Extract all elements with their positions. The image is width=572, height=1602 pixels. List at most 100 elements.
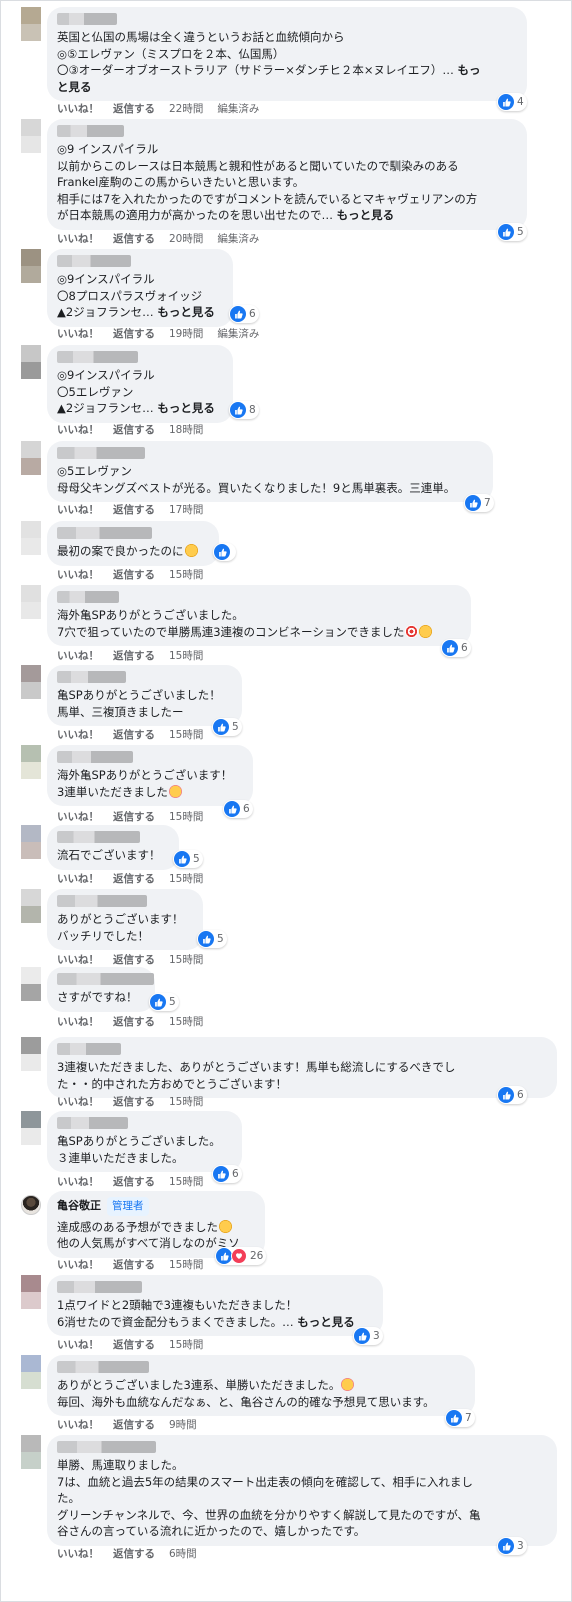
comment-timestamp[interactable]: 15時間: [169, 1094, 203, 1109]
author-name-redacted[interactable]: [57, 831, 140, 843]
reply-button[interactable]: 返信する: [113, 727, 155, 742]
reply-button[interactable]: 返信する: [113, 809, 155, 824]
avatar[interactable]: [21, 249, 41, 283]
reply-button[interactable]: 返信する: [113, 326, 155, 341]
author-name-redacted[interactable]: [57, 1117, 128, 1129]
comment-timestamp[interactable]: 9時間: [169, 1417, 197, 1432]
author-name-redacted[interactable]: [57, 591, 119, 603]
author-name-redacted[interactable]: [57, 751, 133, 763]
reaction-count[interactable]: 3: [353, 1327, 383, 1345]
author-name[interactable]: 亀谷敬正: [57, 1198, 101, 1215]
reaction-count[interactable]: 5: [497, 223, 527, 241]
avatar[interactable]: [21, 665, 41, 699]
reaction-count[interactable]: [213, 543, 236, 561]
see-more-link[interactable]: もっと見る: [157, 401, 215, 415]
author-name-redacted[interactable]: [57, 255, 131, 267]
like-button[interactable]: いいね！: [57, 1546, 99, 1561]
like-button[interactable]: いいね！: [57, 871, 99, 886]
like-button[interactable]: いいね！: [57, 648, 99, 663]
reply-button[interactable]: 返信する: [113, 502, 155, 517]
like-button[interactable]: いいね！: [57, 1337, 99, 1352]
see-more-link[interactable]: と見る: [57, 80, 92, 94]
avatar[interactable]: [21, 1435, 41, 1469]
avatar[interactable]: [21, 967, 41, 1001]
avatar[interactable]: [21, 745, 41, 779]
avatar[interactable]: [21, 441, 41, 475]
reaction-count[interactable]: 4: [497, 93, 527, 111]
see-more-link[interactable]: もっ: [458, 63, 481, 77]
reaction-count[interactable]: 7: [445, 1409, 475, 1427]
reaction-count[interactable]: 5: [149, 993, 179, 1011]
reply-button[interactable]: 返信する: [113, 567, 155, 582]
author-name-redacted[interactable]: [57, 1361, 149, 1373]
comment-timestamp[interactable]: 15時間: [169, 1014, 203, 1029]
avatar[interactable]: [21, 585, 41, 619]
comment-timestamp[interactable]: 15時間: [169, 952, 203, 967]
comment-timestamp[interactable]: 15時間: [169, 871, 203, 886]
author-name-redacted[interactable]: [57, 1441, 156, 1453]
avatar[interactable]: [21, 521, 41, 555]
comment-timestamp[interactable]: 19時間: [169, 326, 203, 341]
author-name-redacted[interactable]: [57, 1043, 121, 1055]
like-button[interactable]: いいね！: [57, 1174, 99, 1189]
comment-timestamp[interactable]: 22時間: [169, 101, 203, 116]
see-more-link[interactable]: もっと見る: [297, 1315, 355, 1329]
avatar[interactable]: [21, 1275, 41, 1309]
avatar[interactable]: [21, 1355, 41, 1389]
comment-timestamp[interactable]: 6時間: [169, 1546, 197, 1561]
reply-button[interactable]: 返信する: [113, 1546, 155, 1561]
reaction-count[interactable]: 3: [497, 1537, 527, 1555]
like-button[interactable]: いいね！: [57, 502, 99, 517]
avatar[interactable]: [21, 889, 41, 923]
author-name-redacted[interactable]: [57, 671, 126, 683]
avatar[interactable]: [21, 825, 41, 859]
avatar[interactable]: [21, 1111, 41, 1145]
edited-label[interactable]: 編集済み: [217, 101, 259, 116]
reaction-count[interactable]: 7: [464, 494, 494, 512]
author-name-redacted[interactable]: [57, 447, 145, 459]
like-button[interactable]: いいね！: [57, 952, 99, 967]
comment-timestamp[interactable]: 15時間: [169, 727, 203, 742]
like-button[interactable]: いいね！: [57, 231, 99, 246]
like-button[interactable]: いいね！: [57, 326, 99, 341]
reply-button[interactable]: 返信する: [113, 1417, 155, 1432]
comment-timestamp[interactable]: 20時間: [169, 231, 203, 246]
author-name-redacted[interactable]: [57, 13, 117, 25]
reaction-count[interactable]: 5: [212, 718, 242, 736]
like-button[interactable]: いいね！: [57, 1257, 99, 1272]
reply-button[interactable]: 返信する: [113, 101, 155, 116]
comment-timestamp[interactable]: 15時間: [169, 1257, 203, 1272]
reply-button[interactable]: 返信する: [113, 648, 155, 663]
reply-button[interactable]: 返信する: [113, 1094, 155, 1109]
like-button[interactable]: いいね！: [57, 809, 99, 824]
avatar[interactable]: [21, 119, 41, 153]
comment-timestamp[interactable]: 15時間: [169, 1337, 203, 1352]
reaction-count[interactable]: 6: [229, 305, 259, 323]
comment-timestamp[interactable]: 15時間: [169, 1174, 203, 1189]
reply-button[interactable]: 返信する: [113, 231, 155, 246]
comment-timestamp[interactable]: 17時間: [169, 502, 203, 517]
see-more-link[interactable]: もっと見る: [157, 305, 215, 319]
edited-label[interactable]: 編集済み: [217, 326, 259, 341]
author-name-redacted[interactable]: [57, 1281, 142, 1293]
reply-button[interactable]: 返信する: [113, 1174, 155, 1189]
author-name-redacted[interactable]: [57, 125, 124, 137]
reaction-count[interactable]: 6: [441, 639, 471, 657]
like-button[interactable]: いいね！: [57, 1094, 99, 1109]
reply-button[interactable]: 返信する: [113, 871, 155, 886]
author-name-redacted[interactable]: [57, 351, 138, 363]
reply-button[interactable]: 返信する: [113, 422, 155, 437]
comment-timestamp[interactable]: 15時間: [169, 567, 203, 582]
reaction-count[interactable]: 6: [212, 1165, 242, 1183]
comment-timestamp[interactable]: 18時間: [169, 422, 203, 437]
reaction-count[interactable]: 6: [497, 1086, 527, 1104]
like-button[interactable]: いいね！: [57, 727, 99, 742]
comment-timestamp[interactable]: 15時間: [169, 809, 203, 824]
like-button[interactable]: いいね！: [57, 567, 99, 582]
reaction-count[interactable]: 5: [173, 850, 203, 868]
like-button[interactable]: いいね！: [57, 422, 99, 437]
avatar[interactable]: [21, 1195, 41, 1215]
reply-button[interactable]: 返信する: [113, 1014, 155, 1029]
see-more-link[interactable]: もっと見る: [337, 208, 395, 222]
edited-label[interactable]: 編集済み: [217, 231, 259, 246]
